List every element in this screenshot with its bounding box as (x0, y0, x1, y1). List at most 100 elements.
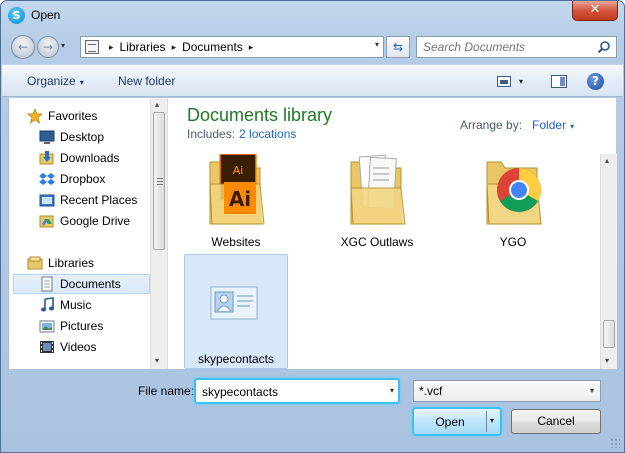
google-drive-icon (39, 213, 55, 229)
sidebar-item-label: Favorites (48, 109, 98, 123)
item-label: YGO (499, 235, 527, 249)
breadcrumb-separator[interactable]: ▸ (109, 42, 114, 53)
search-icon[interactable] (597, 40, 611, 54)
sidebar-item-label: Libraries (48, 256, 95, 270)
file-item-selected[interactable]: skypecontacts (184, 254, 288, 369)
file-name-dropdown-button[interactable]: ▾ (390, 386, 394, 395)
scroll-up-arrow[interactable]: ▴ (155, 100, 159, 109)
arrange-by: Arrange by: Folder ▾ (460, 118, 574, 132)
chrome-folder-icon (486, 161, 542, 225)
breadcrumb-documents[interactable]: Documents (182, 40, 243, 54)
command-bar: Organize ▾ New folder ▾ ? (2, 64, 623, 97)
file-type-select[interactable]: *.vcf ▾ (413, 380, 601, 402)
sidebar-item-label: Documents (60, 277, 121, 291)
file-name-input[interactable] (199, 383, 375, 400)
includes-label: Includes: (187, 127, 236, 141)
sidebar-item-label: Google Drive (60, 214, 131, 228)
ai-badge-large: Ai (229, 187, 251, 211)
navigation-scrollbar[interactable]: ▴ ▾ (150, 98, 167, 369)
preview-pane-icon[interactable] (551, 75, 567, 88)
sidebar-item-favorites[interactable]: Favorites (27, 106, 167, 126)
forward-button[interactable]: → (37, 36, 59, 58)
desktop-icon (39, 129, 55, 145)
locations-link[interactable]: 2 locations (239, 127, 296, 141)
scrollbar-thumb[interactable] (603, 320, 615, 348)
back-button[interactable]: ← (11, 35, 35, 59)
ai-badge: Ai (233, 164, 244, 177)
recent-places-icon (39, 192, 55, 208)
contact-card-icon (210, 286, 258, 320)
library-title: Documents library (187, 105, 333, 125)
breadcrumb-separator[interactable]: ▸ (172, 42, 177, 53)
folder-item[interactable]: XGC Outlaws (325, 154, 429, 254)
star-icon (27, 108, 43, 124)
scroll-up-arrow[interactable]: ▴ (605, 156, 609, 165)
pictures-icon (39, 318, 55, 334)
scroll-down-arrow[interactable]: ▾ (155, 356, 159, 365)
scroll-down-arrow[interactable]: ▾ (605, 356, 609, 365)
cancel-button[interactable]: Cancel (511, 409, 601, 434)
open-button[interactable]: Open ▾ (412, 407, 502, 436)
resize-grip[interactable] (610, 438, 620, 448)
sidebar-item-label: Music (60, 298, 92, 312)
file-name-combobox[interactable]: ▾ (194, 378, 400, 404)
music-icon (39, 297, 55, 313)
new-folder-button[interactable]: New folder (118, 74, 175, 88)
arrange-by-dropdown[interactable]: Folder ▾ (532, 118, 574, 132)
libraries-icon (27, 255, 43, 271)
open-button-label: Open (435, 415, 465, 429)
navigation-pane: Favorites Desktop Downloads Dropbox Rece… (8, 98, 167, 369)
change-view-icon[interactable] (497, 76, 511, 87)
illustrator-folder-icon: Ai Ai (209, 154, 265, 225)
videos-icon (39, 339, 55, 355)
documents-icon (39, 276, 55, 292)
downloads-icon (39, 150, 55, 166)
breadcrumb-separator[interactable]: ▸ (249, 42, 254, 53)
item-label: skypecontacts (197, 352, 275, 366)
sidebar-item-label: Dropbox (60, 172, 106, 186)
open-options-dropdown[interactable]: ▾ (490, 416, 494, 425)
item-label: Websites (211, 235, 261, 249)
skype-icon: S (8, 7, 25, 24)
recent-locations-dropdown[interactable]: ▾ (61, 41, 71, 51)
close-button[interactable]: ✕ (572, 1, 618, 21)
arrange-by-label: Arrange by: (460, 118, 523, 132)
window-title: Open (31, 8, 61, 22)
address-dropdown-button[interactable]: ▾ (375, 40, 379, 49)
organize-button[interactable]: Organize ▾ (27, 74, 84, 88)
file-list-scrollbar[interactable]: ▴ ▾ (600, 154, 617, 369)
refresh-button[interactable]: ⇆ (386, 36, 410, 58)
sidebar-item-documents[interactable]: Documents (13, 274, 150, 294)
scrollbar-thumb[interactable] (153, 112, 165, 250)
file-name-label: File name: (138, 384, 195, 398)
arrange-by-value: Folder (532, 118, 567, 132)
folder-item[interactable]: Ai Ai Websites (184, 154, 288, 254)
folder-icon (350, 154, 406, 225)
chevron-down-icon: ▾ (589, 386, 594, 395)
help-icon[interactable]: ? (587, 73, 604, 90)
sidebar-item-label: Videos (60, 340, 97, 354)
chevron-down-icon: ▾ (79, 78, 84, 87)
sidebar-item-libraries[interactable]: Libraries (27, 253, 167, 273)
address-bar[interactable]: ▸ Libraries ▸ Documents ▸ ▾ (80, 36, 384, 58)
sidebar-item-label: Pictures (60, 319, 104, 333)
libraries-icon (85, 40, 99, 54)
file-type-value: *.vcf (419, 384, 443, 398)
file-list-pane: Documents library Includes: 2 locations A… (167, 98, 617, 369)
chevron-down-icon: ▾ (570, 122, 575, 131)
view-options-dropdown[interactable]: ▾ (519, 77, 523, 86)
open-dialog: S Open ✕ ← → ▾ ▸ Libraries ▸ Documents ▸… (0, 0, 625, 453)
breadcrumb-libraries[interactable]: Libraries (120, 40, 166, 54)
search-input[interactable] (417, 37, 592, 57)
library-includes: Includes: 2 locations (187, 127, 296, 141)
split-divider (486, 411, 487, 432)
sidebar-item-label: Desktop (60, 130, 105, 144)
title-bar: S Open ✕ (1, 1, 624, 31)
folder-item[interactable]: YGO (461, 154, 565, 254)
sidebar-item-label: Downloads (60, 151, 120, 165)
search-box[interactable] (416, 36, 617, 58)
sidebar-item-label: Recent Places (60, 193, 138, 207)
item-label: XGC Outlaws (340, 235, 414, 249)
dropbox-icon (39, 171, 55, 187)
organize-label: Organize (27, 74, 76, 88)
